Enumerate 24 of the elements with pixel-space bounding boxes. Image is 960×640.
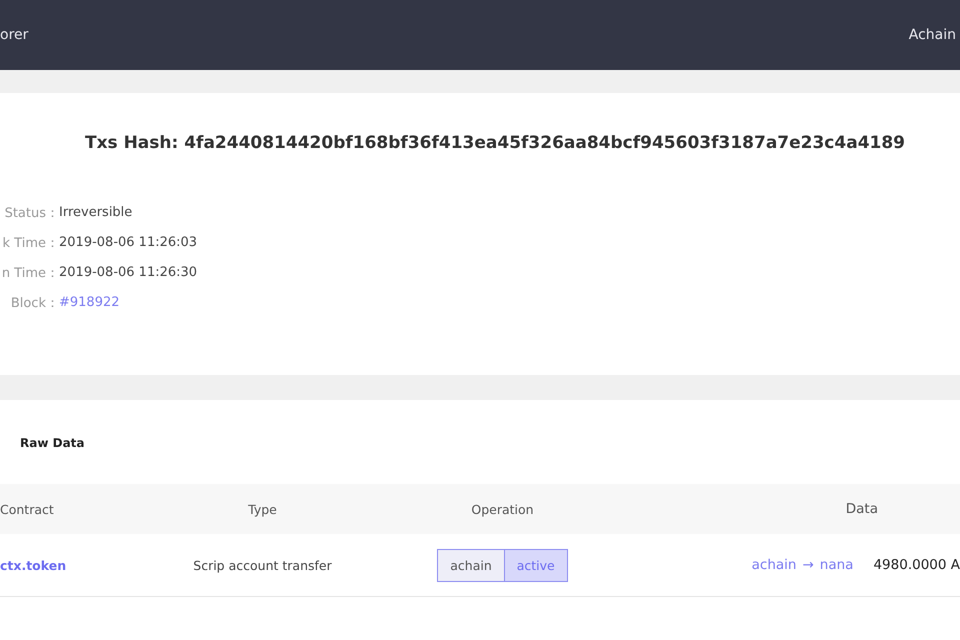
field-label: Status： (4, 204, 59, 222)
field-label: Block： (10, 294, 59, 312)
arrow-text: → (802, 557, 814, 573)
block-link[interactable]: #918922 (59, 295, 120, 310)
column-header: Operation (471, 502, 534, 516)
contract-link[interactable]: ctx.token (0, 558, 130, 572)
field-value: Irreversible (59, 205, 132, 220)
transaction-hash: Txs Hash: 4fa2440814420bf168bf36f413ea45f326aa84bcf945603f3187a7e23c4a4189 (84, 133, 906, 153)
field-label: n Time： (0, 264, 59, 282)
permission-tag: achain (438, 550, 504, 580)
column-header: Contract (0, 502, 55, 516)
field-value: 2019-08-06 11:26:03 (59, 235, 198, 250)
column-header: Data (846, 501, 879, 517)
permission-tag: active (504, 550, 567, 580)
section-title: Raw Data (20, 436, 86, 450)
app-title: orer (0, 27, 28, 43)
field-label: k Time： (2, 234, 59, 252)
table-cell: Scrip account transfer (193, 558, 332, 572)
account-link[interactable]: Achain (908, 27, 960, 43)
account-link[interactable]: achain (752, 557, 796, 573)
column-header: Type (248, 502, 277, 516)
amount-text: 4980.0000 A (873, 557, 960, 573)
field-value: 2019-08-06 11:26:30 (59, 265, 198, 280)
account-link[interactable]: nana (820, 557, 854, 573)
